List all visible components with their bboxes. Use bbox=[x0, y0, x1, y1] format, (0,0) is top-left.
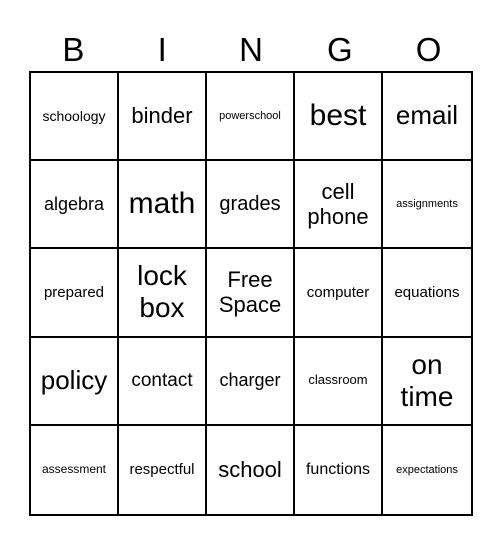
bingo-cell[interactable]: math bbox=[119, 161, 207, 250]
bingo-cell-label: charger bbox=[219, 370, 281, 391]
bingo-cell-label: respectful bbox=[129, 461, 195, 479]
bingo-cell[interactable]: computer bbox=[295, 249, 383, 338]
bingo-cell[interactable]: lock box bbox=[119, 249, 207, 338]
header-letter-o: O bbox=[415, 31, 442, 68]
header-letter-b: B bbox=[62, 31, 85, 68]
bingo-cell-label: policy bbox=[40, 364, 108, 395]
bingo-cell-label: lock box bbox=[137, 260, 187, 324]
bingo-cell[interactable]: grades bbox=[207, 161, 295, 250]
bingo-cell-label: binder bbox=[131, 103, 193, 129]
bingo-cell-label: Free Space bbox=[218, 267, 282, 318]
bingo-cell-label: classroom bbox=[308, 372, 368, 388]
bingo-cell[interactable]: schoology bbox=[31, 73, 119, 162]
bingo-cell[interactable]: algebra bbox=[31, 161, 119, 250]
bingo-cell[interactable]: best bbox=[295, 73, 383, 162]
bingo-cell-label: assessment bbox=[41, 461, 107, 476]
header-letter-g: G bbox=[326, 31, 353, 68]
bingo-cell[interactable]: policy bbox=[31, 337, 119, 426]
bingo-cell-label: school bbox=[218, 457, 282, 483]
bingo-cell[interactable]: on time bbox=[383, 338, 471, 426]
bingo-cell-label: powerschool bbox=[219, 109, 281, 122]
bingo-cell-label: functions bbox=[305, 460, 371, 478]
bingo-cell-label: cell phone bbox=[307, 178, 369, 230]
bingo-cell[interactable]: charger bbox=[207, 337, 295, 426]
bingo-cell-label: math bbox=[128, 187, 196, 221]
bingo-cell[interactable]: Free Space bbox=[207, 249, 295, 338]
bingo-cell-label: expectations bbox=[396, 463, 458, 476]
bingo-cell-label: assignments bbox=[396, 197, 458, 210]
bingo-cell-label: schoology bbox=[42, 108, 106, 125]
bingo-cell[interactable]: equations bbox=[383, 249, 471, 338]
bingo-cell[interactable]: assignments bbox=[383, 161, 471, 250]
header-letter-n: N bbox=[239, 31, 263, 68]
bingo-cell-label: equations bbox=[394, 283, 460, 301]
bingo-cell[interactable]: email bbox=[383, 73, 471, 162]
bingo-cell-label: computer bbox=[306, 283, 370, 301]
bingo-cell[interactable]: prepared bbox=[31, 249, 119, 338]
bingo-cell-label: email bbox=[395, 100, 459, 131]
bingo-cell-label: contact bbox=[131, 369, 193, 391]
header-letter-i: I bbox=[157, 31, 167, 68]
bingo-cell-label: prepared bbox=[43, 283, 105, 301]
bingo-cell[interactable]: contact bbox=[119, 337, 207, 426]
bingo-cell[interactable]: classroom bbox=[295, 337, 383, 426]
bingo-cell-label: on time bbox=[400, 348, 454, 412]
bingo-cell[interactable]: school bbox=[207, 425, 295, 514]
bingo-cell[interactable]: cell phone bbox=[295, 161, 383, 250]
bingo-grid: schoology binder powerschool best email algeb… bbox=[29, 71, 473, 516]
bingo-cell[interactable]: powerschool bbox=[207, 73, 295, 162]
bingo-cell[interactable]: functions bbox=[295, 425, 383, 514]
bingo-cell[interactable]: expectations bbox=[383, 426, 471, 514]
bingo-cell[interactable]: assessment bbox=[31, 425, 119, 514]
bingo-header: B I N G O bbox=[29, 30, 473, 70]
bingo-cell[interactable]: binder bbox=[119, 73, 207, 162]
bingo-cell[interactable]: respectful bbox=[119, 425, 207, 514]
bingo-cell-label: algebra bbox=[43, 193, 105, 214]
bingo-cell-label: grades bbox=[219, 192, 281, 215]
bingo-cell-label: best bbox=[309, 98, 367, 132]
